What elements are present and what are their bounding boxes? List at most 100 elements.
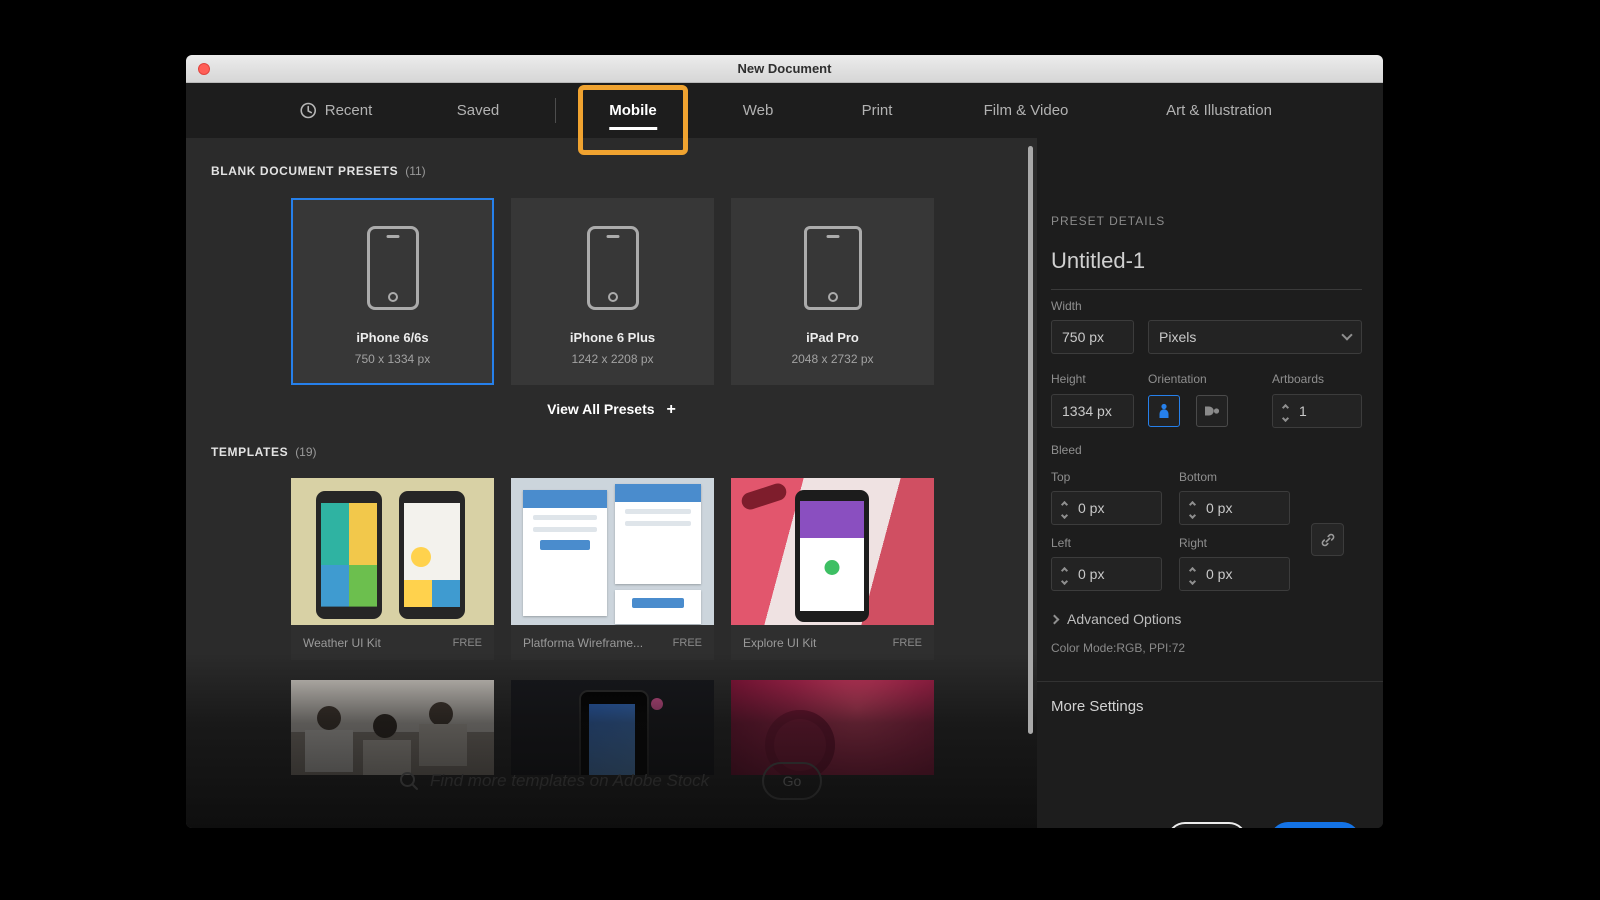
template-card-partial[interactable] <box>731 680 934 775</box>
orientation-label: Orientation <box>1148 372 1207 386</box>
advanced-options-label: Advanced Options <box>1067 611 1181 627</box>
blank-presets-header: BLANK DOCUMENT PRESETS (11) <box>211 164 426 178</box>
template-thumbnail <box>291 680 494 775</box>
template-search-input[interactable] <box>430 766 760 796</box>
section-count: (11) <box>405 164 425 178</box>
advanced-options-toggle[interactable]: Advanced Options <box>1051 611 1181 627</box>
close-window-button[interactable] <box>198 63 210 75</box>
template-card-platforma-wireframe[interactable]: Platforma Wireframe... FREE <box>511 478 714 660</box>
bleed-label: Bleed <box>1051 443 1082 457</box>
bleed-right-value: 0 px <box>1206 566 1232 582</box>
close-button[interactable]: Close <box>1167 822 1247 828</box>
preset-size: 750 x 1334 px <box>355 352 430 366</box>
tab-art-illustration[interactable]: Art & Illustration <box>1166 83 1272 138</box>
template-price-badge: FREE <box>893 637 922 649</box>
bleed-top-value: 0 px <box>1078 500 1104 516</box>
tab-web[interactable]: Web <box>743 83 774 138</box>
preset-name: iPad Pro <box>806 330 859 345</box>
stepper-chevrons[interactable] <box>1273 402 1297 421</box>
template-label-row: Weather UI Kit FREE <box>291 625 494 660</box>
template-card-partial[interactable] <box>511 680 714 775</box>
bleed-left-value: 0 px <box>1078 566 1104 582</box>
preset-size: 1242 x 2208 px <box>571 352 653 366</box>
preset-details-panel: PRESET DETAILS Untitled-1 Width 750 px P… <box>1037 138 1383 828</box>
tab-print[interactable]: Print <box>862 83 893 138</box>
stepper-chevrons[interactable] <box>1180 499 1204 518</box>
units-dropdown[interactable]: Pixels <box>1148 320 1362 354</box>
clock-icon <box>300 102 317 119</box>
section-title: TEMPLATES <box>211 445 288 459</box>
template-card-explore-ui-kit[interactable]: Explore UI Kit FREE <box>731 478 934 660</box>
panel-divider <box>1037 681 1383 682</box>
portrait-person-icon <box>1157 403 1171 419</box>
template-card-partial[interactable] <box>291 680 494 775</box>
view-all-presets-link[interactable]: View All Presets + <box>186 401 1037 419</box>
orientation-portrait-button[interactable] <box>1148 395 1180 427</box>
tab-label: Web <box>743 102 774 119</box>
tab-label: Art & Illustration <box>1166 102 1272 119</box>
templates-header: TEMPLATES (19) <box>211 445 317 459</box>
tab-mobile[interactable]: Mobile <box>609 83 657 138</box>
template-label-row: Platforma Wireframe... FREE <box>511 625 714 660</box>
create-button[interactable]: Create <box>1270 822 1360 828</box>
chevron-right-icon <box>1050 614 1060 624</box>
view-all-label: View All Presets <box>547 401 654 417</box>
tab-film-video[interactable]: Film & Video <box>984 83 1069 138</box>
presets-content-area: BLANK DOCUMENT PRESETS (11) iPhone 6/6s … <box>186 138 1037 828</box>
template-price-badge: FREE <box>453 637 482 649</box>
bleed-left-label: Left <box>1051 536 1071 550</box>
link-bleed-values-button[interactable] <box>1311 523 1344 556</box>
bleed-right-stepper[interactable]: 0 px <box>1179 557 1290 591</box>
section-count: (19) <box>295 445 316 459</box>
section-title: BLANK DOCUMENT PRESETS <box>211 164 398 178</box>
scrollbar[interactable] <box>1028 146 1033 734</box>
window-title: New Document <box>186 55 1383 82</box>
bleed-bottom-label: Bottom <box>1179 470 1217 484</box>
more-settings-link[interactable]: More Settings <box>1051 698 1144 715</box>
width-label: Width <box>1051 299 1082 313</box>
tab-bar: Recent Saved Mobile Web Print Film & Vid… <box>186 83 1383 138</box>
plus-icon: + <box>667 401 676 418</box>
template-card-weather-ui-kit[interactable]: Weather UI Kit FREE <box>291 478 494 660</box>
tab-label: Film & Video <box>984 102 1069 119</box>
chain-link-icon <box>1320 532 1336 548</box>
bleed-top-stepper[interactable]: 0 px <box>1051 491 1162 525</box>
bleed-left-stepper[interactable]: 0 px <box>1051 557 1162 591</box>
landscape-person-icon <box>1205 403 1219 419</box>
tab-label: Mobile <box>609 102 657 119</box>
new-document-dialog: New Document Recent Saved Mobile Web Pri… <box>186 55 1383 828</box>
template-name: Platforma Wireframe... <box>523 636 643 650</box>
template-price-badge: FREE <box>673 637 702 649</box>
template-thumbnail <box>731 478 934 625</box>
stepper-chevrons[interactable] <box>1052 499 1076 518</box>
preset-details-header: PRESET DETAILS <box>1051 214 1165 228</box>
artboards-stepper[interactable]: 1 <box>1272 394 1362 428</box>
height-label: Height <box>1051 372 1086 386</box>
tab-label: Print <box>862 102 893 119</box>
preset-card-iphone-6-plus[interactable]: iPhone 6 Plus 1242 x 2208 px <box>511 198 714 385</box>
height-value: 1334 px <box>1062 403 1112 419</box>
width-value: 750 px <box>1062 329 1104 345</box>
template-name: Weather UI Kit <box>303 636 381 650</box>
preset-name: iPhone 6 Plus <box>570 330 655 345</box>
preset-card-iphone-6-6s[interactable]: iPhone 6/6s 750 x 1334 px <box>291 198 494 385</box>
tab-saved[interactable]: Saved <box>457 83 500 138</box>
template-thumbnail <box>291 478 494 625</box>
template-thumbnail <box>511 478 714 625</box>
bleed-top-label: Top <box>1051 470 1070 484</box>
chevron-down-icon <box>1341 329 1352 340</box>
document-name-field[interactable]: Untitled-1 <box>1051 248 1362 290</box>
tab-recent[interactable]: Recent <box>300 83 373 138</box>
preset-card-ipad-pro[interactable]: iPad Pro 2048 x 2732 px <box>731 198 934 385</box>
width-input[interactable]: 750 px <box>1051 320 1134 354</box>
stepper-chevrons[interactable] <box>1052 565 1076 584</box>
go-button[interactable]: Go <box>762 762 822 800</box>
template-name: Explore UI Kit <box>743 636 816 650</box>
phone-icon <box>587 226 639 310</box>
orientation-landscape-button[interactable] <box>1196 395 1228 427</box>
stepper-chevrons[interactable] <box>1180 565 1204 584</box>
bleed-bottom-stepper[interactable]: 0 px <box>1179 491 1290 525</box>
titlebar[interactable]: New Document <box>186 55 1383 83</box>
height-input[interactable]: 1334 px <box>1051 394 1134 428</box>
search-icon <box>398 770 420 797</box>
